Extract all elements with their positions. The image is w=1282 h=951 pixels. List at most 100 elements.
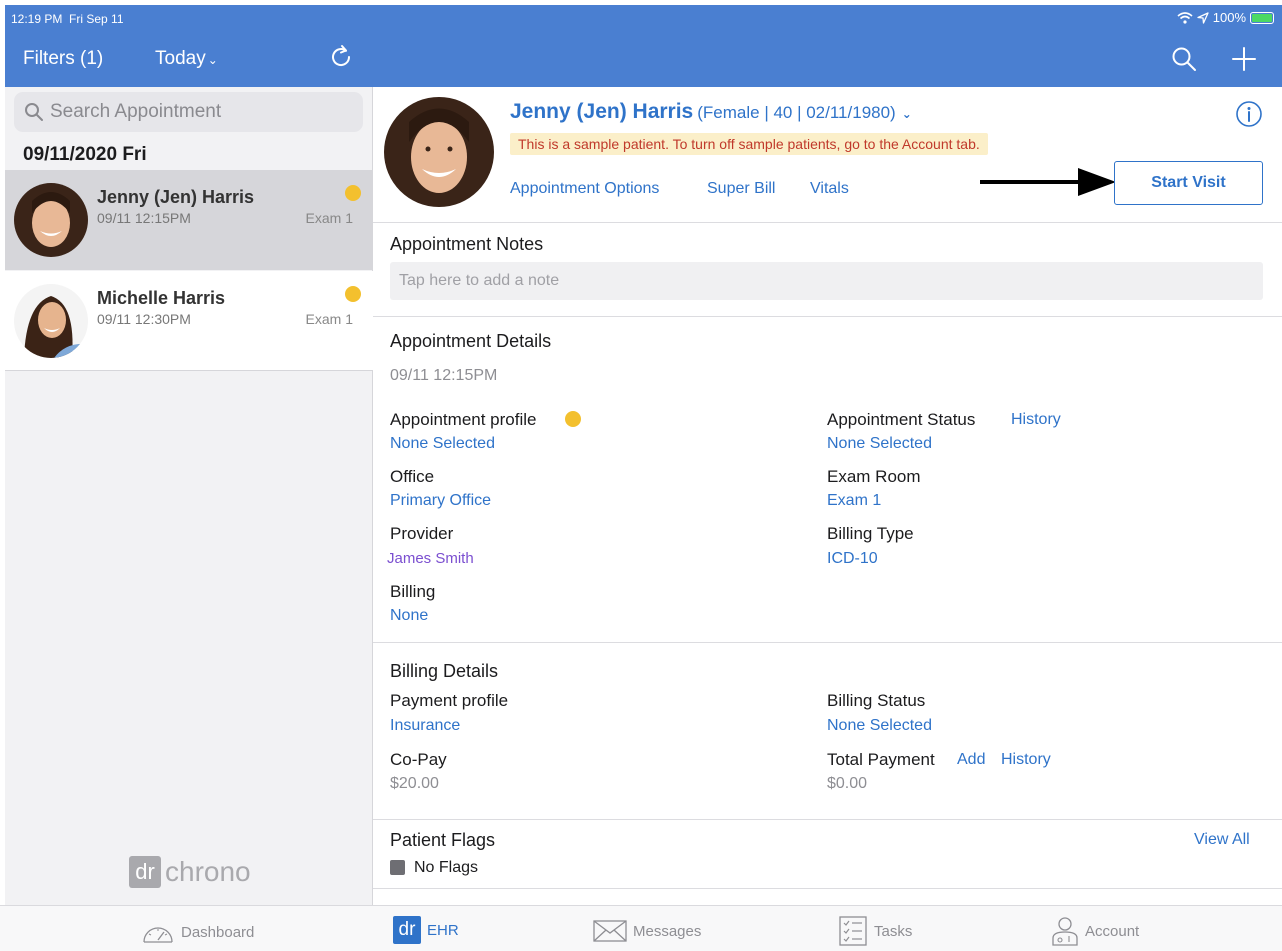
exam-room-value[interactable]: Exam 1	[827, 492, 881, 510]
total-payment-add-link[interactable]: Add	[957, 751, 985, 769]
flag-icon	[390, 860, 405, 875]
sample-patient-notice: This is a sample patient. To turn off sa…	[510, 133, 988, 155]
provider-label: Provider	[390, 524, 454, 543]
start-visit-button[interactable]: Start Visit	[1114, 161, 1263, 205]
patient-photo[interactable]	[384, 97, 494, 207]
divider	[373, 888, 1282, 889]
add-icon[interactable]	[1231, 46, 1257, 72]
status-dot	[345, 286, 361, 302]
profile-color-dot	[565, 411, 581, 427]
logo-text: chrono	[165, 856, 251, 887]
today-dropdown[interactable]: Today ⌄	[155, 48, 218, 70]
location-icon	[1197, 11, 1209, 24]
appointment-patient-name: Jenny (Jen) Harris	[97, 187, 255, 207]
appointment-profile-label: Appointment profile	[390, 410, 537, 429]
tab-ehr[interactable]: dr EHR	[393, 916, 459, 944]
tab-bar: Dashboard dr EHR Messages Tasks Account	[0, 905, 1282, 951]
logo-mark: dr	[129, 856, 161, 888]
status-date: Fri Sep 11	[69, 12, 124, 26]
search-icon[interactable]	[1171, 46, 1197, 72]
divider	[373, 819, 1282, 820]
vitals-link[interactable]: Vitals	[810, 180, 849, 198]
search-bar[interactable]	[14, 92, 363, 132]
billing-type-label: Billing Type	[827, 524, 914, 543]
total-payment-history-link[interactable]: History	[1001, 751, 1051, 769]
appointment-item-michelle-harris[interactable]: Michelle Harris 09/11 12:30PM Exam 1	[5, 271, 373, 371]
right-header: 100%	[373, 5, 1282, 87]
status-time: 12:19 PM	[11, 12, 63, 26]
divider	[373, 316, 1282, 317]
avatar	[14, 183, 88, 257]
appointment-notes-title: Appointment Notes	[390, 234, 544, 254]
payment-profile-label: Payment profile	[390, 691, 509, 710]
billing-value[interactable]: None	[390, 607, 428, 625]
drchrono-logo: dr chrono	[129, 855, 251, 889]
office-label: Office	[390, 467, 435, 486]
dashboard-gauge-icon	[143, 927, 173, 943]
battery-icon	[1250, 11, 1274, 24]
tab-dashboard-label: Dashboard	[181, 923, 255, 941]
billing-status-label: Billing Status	[827, 691, 926, 710]
appointment-datetime: 09/11 12:15PM	[390, 367, 498, 384]
appointment-note-input[interactable]	[390, 262, 1263, 300]
status-dot	[345, 185, 361, 201]
appointment-patient-name: Michelle Harris	[97, 288, 226, 308]
tab-account[interactable]: Account	[1051, 916, 1139, 946]
ehr-logo-icon: dr	[393, 916, 421, 944]
provider-value[interactable]: James Smith	[387, 550, 474, 567]
total-payment-value: $0.00	[827, 775, 868, 792]
office-value[interactable]: Primary Office	[390, 492, 491, 510]
tab-ehr-label: EHR	[427, 921, 459, 939]
date-header: 09/11/2020 Fri	[23, 144, 147, 165]
super-bill-link[interactable]: Super Bill	[707, 180, 775, 198]
appointment-room: Exam 1	[305, 210, 353, 226]
tab-account-label: Account	[1085, 922, 1140, 940]
appointment-profile-value[interactable]: None Selected	[390, 435, 495, 453]
copay-label: Co-Pay	[390, 750, 447, 769]
appointment-time: 09/11 12:30PM	[97, 311, 191, 327]
appointment-item-jenny-harris[interactable]: Jenny (Jen) Harris 09/11 12:15PM Exam 1	[5, 170, 373, 270]
total-payment-label: Total Payment	[827, 750, 935, 769]
patient-flags-title: Patient Flags	[390, 830, 496, 850]
appointment-detail-panel: 100% Jenny (Jen) Harris (Female | 40 | 02…	[373, 5, 1282, 905]
account-user-icon	[1052, 917, 1078, 946]
billing-status-value[interactable]: None Selected	[827, 717, 932, 735]
today-label: Today	[155, 48, 206, 69]
copay-value: $20.00	[390, 775, 439, 792]
envelope-icon	[593, 920, 627, 942]
appointment-details-title: Appointment Details	[390, 331, 552, 351]
appointment-options-link[interactable]: Appointment Options	[510, 180, 659, 198]
avatar	[14, 284, 88, 358]
status-bar-time: 12:19 PM Fri Sep 11	[11, 12, 124, 26]
info-icon[interactable]	[1235, 100, 1263, 128]
patient-name-header[interactable]: Jenny (Jen) Harris (Female | 40 | 02/11/1…	[510, 100, 912, 124]
search-input[interactable]	[50, 92, 350, 132]
left-header: 12:19 PM Fri Sep 11 Filters (1) Today ⌄	[5, 5, 373, 87]
payment-profile-value[interactable]: Insurance	[390, 717, 460, 735]
billing-details-title: Billing Details	[390, 661, 499, 681]
tab-tasks[interactable]: Tasks	[838, 916, 912, 946]
tab-dashboard[interactable]: Dashboard	[141, 920, 254, 944]
tab-tasks-label: Tasks	[874, 922, 913, 940]
status-bar-right: 100%	[1177, 10, 1274, 25]
patient-demographics: (Female | 40 | 02/11/1980)	[697, 103, 896, 122]
battery-percent: 100%	[1212, 10, 1246, 25]
appointment-status-value[interactable]: None Selected	[827, 435, 932, 453]
refresh-icon[interactable]	[327, 43, 355, 71]
appointment-status-history-link[interactable]: History	[1011, 411, 1061, 429]
billing-type-value[interactable]: ICD-10	[827, 550, 878, 568]
checklist-icon	[839, 916, 867, 946]
exam-room-label: Exam Room	[827, 467, 921, 486]
billing-label: Billing	[390, 582, 436, 601]
patient-name: Jenny (Jen) Harris	[510, 100, 694, 123]
tab-messages[interactable]: Messages	[593, 920, 701, 942]
chevron-down-icon: ⌄	[901, 107, 912, 121]
tab-messages-label: Messages	[633, 922, 702, 940]
filters-button[interactable]: Filters (1)	[23, 48, 103, 70]
view-all-flags-link[interactable]: View All	[1194, 831, 1250, 849]
appointment-time: 09/11 12:15PM	[97, 210, 191, 226]
arrow-right-icon	[980, 168, 1116, 196]
search-icon	[25, 103, 43, 121]
chevron-down-icon: ⌄	[207, 53, 218, 67]
appointment-list-panel: 12:19 PM Fri Sep 11 Filters (1) Today⌄ 0…	[5, 5, 373, 905]
